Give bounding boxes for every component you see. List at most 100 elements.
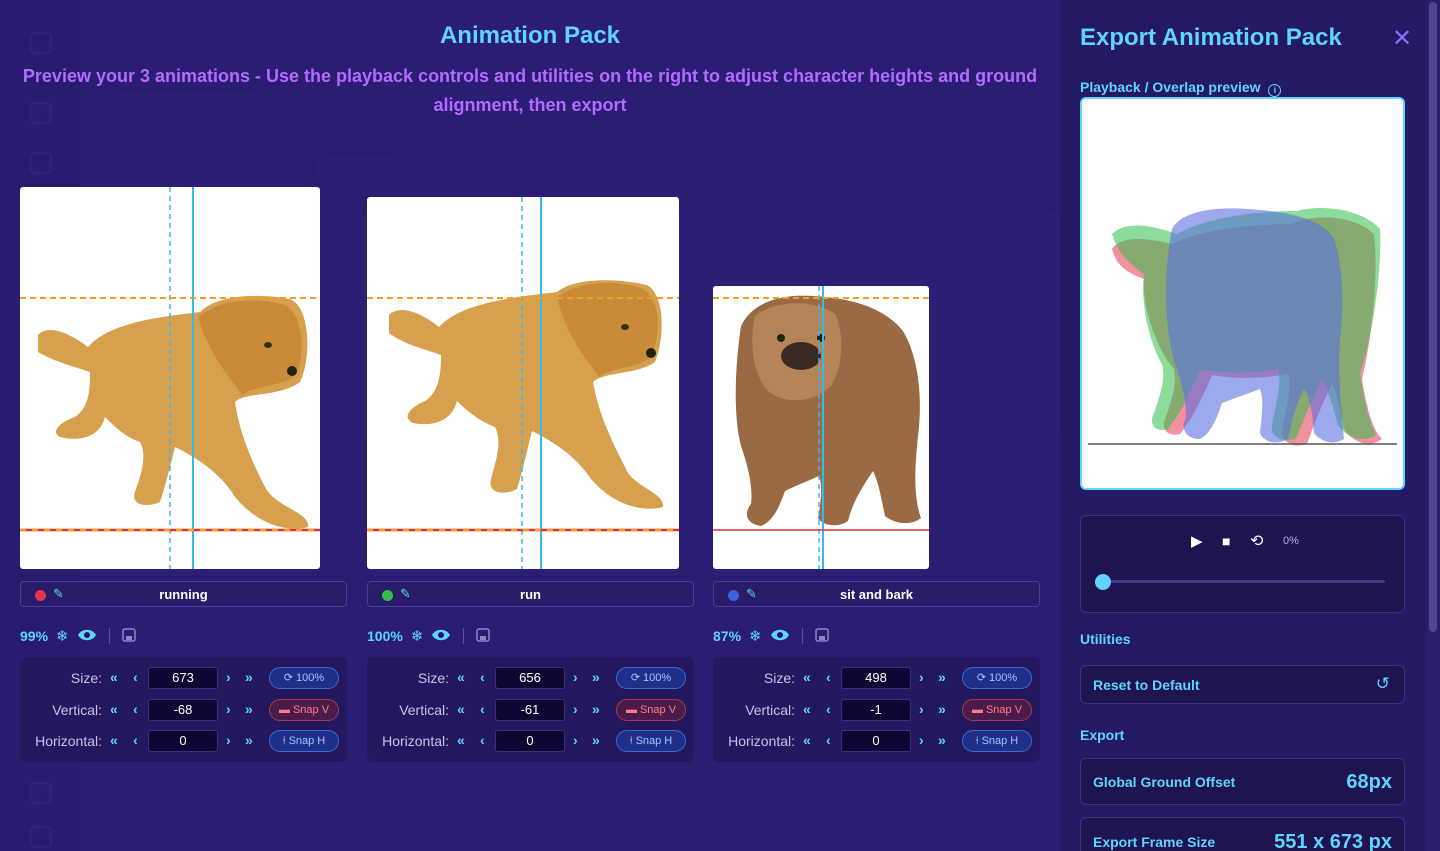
size-increase[interactable]: › <box>573 669 578 685</box>
size-increase[interactable]: › <box>226 669 231 685</box>
snap-h-button[interactable]: ⍿ Snap H <box>269 730 339 752</box>
playback-progress-text: 0% <box>1283 535 1299 547</box>
close-icon[interactable]: ✕ <box>1392 24 1412 53</box>
size-row: Size: « ‹ 498 › » ⟳ 100% <box>713 667 1040 689</box>
reset-to-default-label: Reset to Default <box>1093 677 1200 693</box>
overlap-preview <box>1080 97 1405 490</box>
horizontal-increase-fast[interactable]: » <box>938 732 946 748</box>
save-icon[interactable] <box>121 627 136 645</box>
horizontal-decrease[interactable]: ‹ <box>826 732 831 748</box>
vertical-decrease-fast[interactable]: « <box>110 701 118 717</box>
size-decrease-fast[interactable]: « <box>457 669 465 685</box>
vertical-increase[interactable]: › <box>919 701 924 717</box>
snap-h-button[interactable]: ⍿ Snap H <box>616 730 686 752</box>
vertical-decrease[interactable]: ‹ <box>826 701 831 717</box>
playback-slider-track[interactable] <box>1103 580 1385 583</box>
horizontal-decrease-fast[interactable]: « <box>457 732 465 748</box>
info-icon[interactable]: i <box>1268 84 1282 97</box>
size-increase-fast[interactable]: » <box>938 669 946 685</box>
size-decrease-fast[interactable]: « <box>110 669 118 685</box>
vertical-input[interactable]: -1 <box>841 699 911 721</box>
horizontal-decrease[interactable]: ‹ <box>133 732 138 748</box>
bulldog-illustration <box>735 295 921 526</box>
eye-icon[interactable] <box>770 628 790 645</box>
export-frame-size-label: Export Frame Size <box>1093 834 1216 850</box>
size-input[interactable]: 656 <box>495 667 565 689</box>
vertical-row: Vertical: « ‹ -68 › » ▬ Snap V <box>20 699 347 721</box>
snap-horizontal-icon: ⍿ <box>975 735 979 747</box>
reset-icon: ⟳ <box>976 672 987 684</box>
horizontal-label: Horizontal: <box>382 733 449 749</box>
vertical-increase-fast[interactable]: » <box>245 701 253 717</box>
reset-size-button[interactable]: ⟳ 100% <box>962 667 1032 689</box>
dog-run-sprite <box>367 197 679 569</box>
save-icon[interactable] <box>476 627 491 645</box>
save-icon[interactable] <box>814 627 829 645</box>
freeze-icon[interactable]: ❄ <box>411 629 424 644</box>
animation-frame[interactable] <box>367 197 679 569</box>
reset-size-button[interactable]: ⟳ 100% <box>269 667 339 689</box>
horizontal-row: Horizontal: « ‹ 0 › » ⍿ Snap H <box>713 730 1040 752</box>
animation-frame[interactable] <box>713 286 929 569</box>
size-input[interactable]: 673 <box>148 667 218 689</box>
vertical-input[interactable]: -61 <box>495 699 565 721</box>
vertical-increase[interactable]: › <box>226 701 231 717</box>
horizontal-increase-fast[interactable]: » <box>245 732 253 748</box>
playback-slider-thumb[interactable] <box>1095 574 1111 590</box>
horizontal-input[interactable]: 0 <box>495 730 565 752</box>
vertical-decrease[interactable]: ‹ <box>480 701 485 717</box>
vertical-label: Vertical: <box>745 702 795 718</box>
horizontal-increase-fast[interactable]: » <box>592 732 600 748</box>
horizontal-input[interactable]: 0 <box>841 730 911 752</box>
vertical-decrease-fast[interactable]: « <box>457 701 465 717</box>
horizontal-increase[interactable]: › <box>919 732 924 748</box>
divider <box>108 628 110 644</box>
size-increase-fast[interactable]: » <box>245 669 253 685</box>
vertical-increase[interactable]: › <box>573 701 578 717</box>
eye-icon[interactable] <box>431 628 451 645</box>
horizontal-increase[interactable]: › <box>226 732 231 748</box>
vertical-decrease[interactable]: ‹ <box>133 701 138 717</box>
export-panel-title: Export Animation Pack <box>1080 24 1342 51</box>
play-icon[interactable]: ▶ <box>1191 532 1203 550</box>
size-decrease-fast[interactable]: « <box>803 669 811 685</box>
reset-to-default-button[interactable]: Reset to Default ↺ <box>1080 665 1405 704</box>
animation-frame[interactable] <box>20 187 320 569</box>
snap-v-button[interactable]: ▬ Snap V <box>962 699 1032 721</box>
freeze-icon[interactable]: ❄ <box>56 629 69 644</box>
horizontal-decrease-fast[interactable]: « <box>803 732 811 748</box>
size-decrease[interactable]: ‹ <box>826 669 831 685</box>
stop-icon[interactable]: ■ <box>1222 533 1230 549</box>
animation-name: sit and bark <box>840 587 913 602</box>
eye-icon[interactable] <box>77 628 97 645</box>
loop-icon[interactable]: ⟲ <box>1250 531 1263 551</box>
horizontal-increase[interactable]: › <box>573 732 578 748</box>
vertical-increase-fast[interactable]: » <box>592 701 600 717</box>
vertical-increase-fast[interactable]: » <box>938 701 946 717</box>
global-ground-offset-card: Global Ground Offset 68px <box>1080 758 1405 805</box>
animation-name-bar[interactable]: ✎ sit and bark <box>713 581 1040 607</box>
animation-name-bar[interactable]: ✎ run <box>367 581 694 607</box>
animation-card-run: ✎ run 100% ❄ Size: « ‹ 656 › » ⟳ 100% Ver… <box>367 0 694 851</box>
panel-scrollbar-thumb[interactable] <box>1429 2 1437 632</box>
size-increase-fast[interactable]: » <box>592 669 600 685</box>
vertical-input[interactable]: -68 <box>148 699 218 721</box>
snap-v-button[interactable]: ▬ Snap V <box>616 699 686 721</box>
size-input[interactable]: 498 <box>841 667 911 689</box>
freeze-icon[interactable]: ❄ <box>749 629 762 644</box>
horizontal-label: Horizontal: <box>728 733 795 749</box>
global-ground-offset-value: 68px <box>1346 771 1392 793</box>
vertical-decrease-fast[interactable]: « <box>803 701 811 717</box>
snap-h-button[interactable]: ⍿ Snap H <box>962 730 1032 752</box>
horizontal-decrease[interactable]: ‹ <box>480 732 485 748</box>
snap-v-button[interactable]: ▬ Snap V <box>269 699 339 721</box>
horizontal-decrease-fast[interactable]: « <box>110 732 118 748</box>
size-decrease[interactable]: ‹ <box>480 669 485 685</box>
size-increase[interactable]: › <box>919 669 924 685</box>
snap-horizontal-icon: ⍿ <box>629 735 633 747</box>
horizontal-input[interactable]: 0 <box>148 730 218 752</box>
controls-panel: Size: « ‹ 498 › » ⟳ 100% Vertical: « ‹ -1… <box>713 657 1040 762</box>
size-decrease[interactable]: ‹ <box>133 669 138 685</box>
reset-size-button[interactable]: ⟳ 100% <box>616 667 686 689</box>
animation-name-bar[interactable]: ✎ running <box>20 581 347 607</box>
